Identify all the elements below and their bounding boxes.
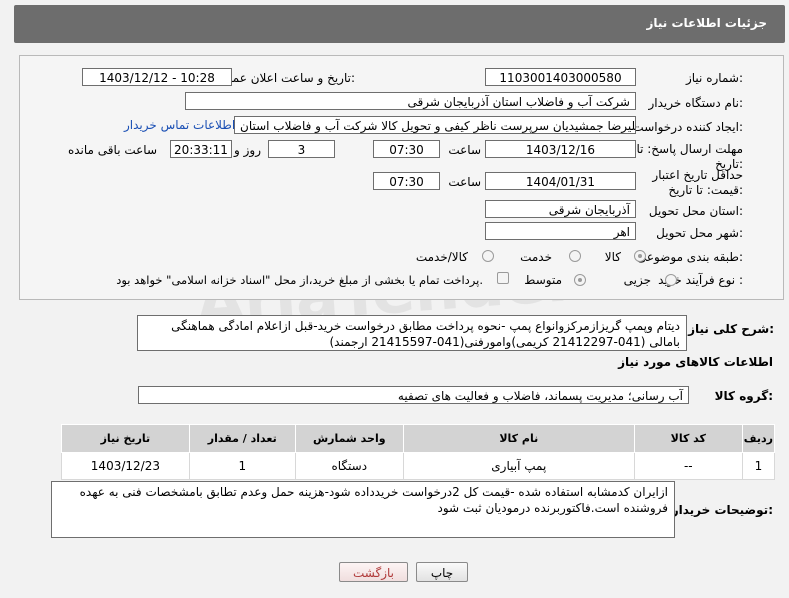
print-button[interactable]: چاپ bbox=[416, 562, 468, 582]
col-qty: تعداد / مقدار bbox=[188, 424, 296, 453]
treasury-payment-checkbox[interactable] bbox=[497, 272, 509, 284]
price-time-label: ساعت bbox=[448, 175, 481, 189]
category-option-goods: کالا bbox=[604, 250, 621, 264]
goods-section-title: اطلاعات کالاهای مورد نیاز bbox=[618, 355, 773, 369]
remaining-label: ساعت باقی مانده bbox=[67, 143, 157, 157]
goods-table: ردیف کد کالا نام کالا واحد شمارش تعداد /… bbox=[61, 424, 776, 480]
table-row: 1 -- پمپ آبیاری دستگاه 1 1403/12/23 bbox=[61, 452, 776, 480]
price-date-field: 1404/01/31 bbox=[485, 172, 636, 190]
price-time-field: 07:30 bbox=[373, 172, 440, 190]
creator-field: علیرضا جمشیدیان سرپرست ناظر کیفی و تحویل… bbox=[234, 116, 636, 134]
province-field: آذربایجان شرقی bbox=[485, 200, 636, 218]
col-date: تاریخ نیاز bbox=[61, 424, 190, 453]
reply-date-field: 1403/12/16 bbox=[485, 140, 636, 158]
description-label: شرح کلی نیاز: bbox=[688, 322, 774, 336]
col-name: نام کالا bbox=[402, 424, 635, 453]
price-validity-label: حداقل تاریخ اعتبار قیمت: تا تاریخ: bbox=[652, 168, 743, 197]
goods-group-label: گروه کالا: bbox=[714, 389, 773, 403]
city-field: اهر bbox=[485, 222, 636, 240]
col-code: کد کالا bbox=[633, 424, 743, 453]
need-number-label: شماره نیاز: bbox=[685, 71, 743, 85]
contact-buyer-link[interactable]: اطلاعات تماس خریدار bbox=[124, 118, 235, 132]
col-row: ردیف bbox=[741, 424, 776, 453]
cell-qty: 1 bbox=[188, 452, 296, 480]
goods-table-header: ردیف کد کالا نام کالا واحد شمارش تعداد /… bbox=[61, 424, 776, 453]
need-number-field: 1103001403000580 bbox=[485, 68, 636, 86]
reply-time-label: ساعت bbox=[448, 143, 481, 157]
days-label: روز و bbox=[234, 143, 261, 157]
treasury-payment-note: پرداخت تمام یا بخشی از مبلغ خرید،از محل … bbox=[116, 273, 483, 287]
category-radio-service[interactable] bbox=[569, 250, 581, 262]
process-radio-medium[interactable] bbox=[574, 274, 586, 286]
buyer-notes-text: ازایران کدمشابه استفاده شده -قیمت کل 2در… bbox=[79, 485, 668, 515]
announce-field: 1403/12/12 - 10:28 bbox=[82, 68, 232, 86]
category-radio-goods[interactable] bbox=[634, 250, 646, 262]
cell-row: 1 bbox=[741, 452, 776, 480]
creator-label: ایجاد کننده درخواست: bbox=[632, 120, 743, 134]
buyer-notes-box: ازایران کدمشابه استفاده شده -قیمت کل 2در… bbox=[51, 481, 675, 538]
back-button[interactable]: بازگشت bbox=[339, 562, 408, 582]
cell-date: 1403/12/23 bbox=[61, 452, 190, 480]
category-option-service: خدمت bbox=[520, 250, 552, 264]
buyer-org-label: نام دستگاه خریدار: bbox=[648, 96, 744, 110]
category-label: طبقه بندی موضوعی: bbox=[636, 250, 743, 264]
page-title: جزئیات اطلاعات نیاز bbox=[646, 16, 767, 30]
remaining-time-field: 20:33:11 bbox=[170, 140, 232, 158]
cell-unit: دستگاه bbox=[294, 452, 404, 480]
process-radio-minor[interactable] bbox=[665, 274, 677, 286]
buyer-org-field: شرکت آب و فاضلاب استان آذربایجان شرقی bbox=[185, 92, 636, 110]
buyer-notes-label: توضیحات خریدار: bbox=[671, 503, 773, 517]
reply-time-field: 07:30 bbox=[373, 140, 440, 158]
description-box: دیتام وپمپ گریزازمرکزوانواع پمپ -نحوه پر… bbox=[137, 315, 687, 351]
page-header: جزئیات اطلاعات نیاز bbox=[14, 5, 785, 43]
process-option-minor: جزیی bbox=[623, 273, 651, 287]
col-unit: واحد شمارش bbox=[294, 424, 404, 453]
days-field: 3 bbox=[268, 140, 335, 158]
category-radio-goods-service[interactable] bbox=[482, 250, 494, 262]
goods-group-field: آب رسانی؛ مدیریت پسماند، فاضلاب و فعالیت… bbox=[138, 386, 689, 404]
province-label: استان محل تحویل: bbox=[648, 204, 743, 218]
process-option-medium: متوسط bbox=[524, 273, 562, 287]
city-label: شهر محل تحویل: bbox=[656, 226, 743, 240]
cell-name: پمپ آبیاری bbox=[402, 452, 635, 480]
cell-code: -- bbox=[633, 452, 743, 480]
category-option-goods-service: کالا/خدمت bbox=[415, 250, 468, 264]
